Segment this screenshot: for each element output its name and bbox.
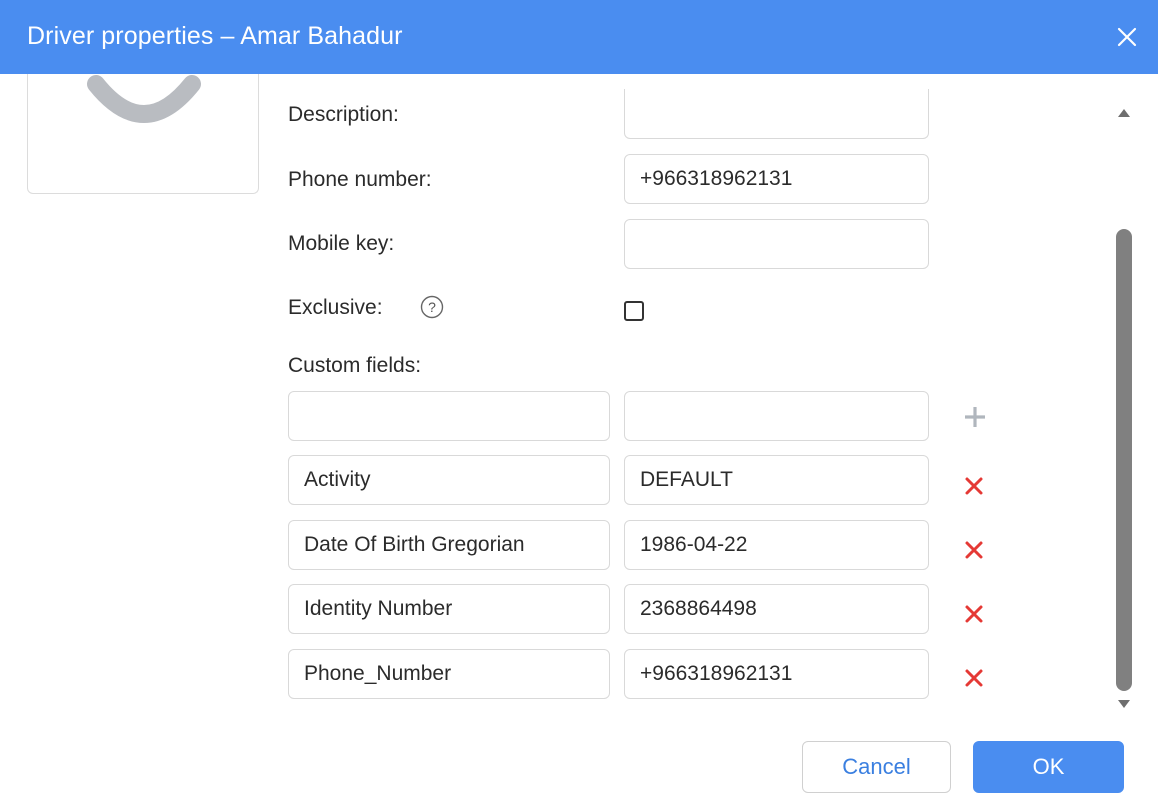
- custom-field-key[interactable]: Activity: [288, 455, 610, 505]
- custom-field-key[interactable]: Identity Number: [288, 584, 610, 634]
- ok-button[interactable]: OK: [973, 741, 1124, 793]
- svg-text:?: ?: [428, 299, 436, 315]
- delete-x-icon[interactable]: [964, 668, 984, 688]
- new-custom-field-key-input[interactable]: [288, 391, 610, 441]
- custom-field-key[interactable]: Date Of Birth Gregorian: [288, 520, 610, 570]
- custom-field-value[interactable]: 1986-04-22: [624, 520, 929, 570]
- phone-number-input[interactable]: +966318962131: [624, 154, 929, 204]
- help-icon[interactable]: ?: [420, 295, 444, 319]
- exclusive-checkbox[interactable]: [624, 301, 644, 321]
- scroll-down-arrow-icon[interactable]: [1116, 698, 1132, 710]
- scrollbar-thumb[interactable]: [1116, 229, 1132, 691]
- dialog-titlebar: Driver properties – Amar Bahadur: [0, 0, 1158, 74]
- new-custom-field-value-input[interactable]: [624, 391, 929, 441]
- delete-x-icon[interactable]: [964, 604, 984, 624]
- custom-field-value[interactable]: DEFAULT: [624, 455, 929, 505]
- phone-number-label: Phone number:: [288, 168, 432, 191]
- delete-x-icon[interactable]: [964, 476, 984, 496]
- custom-field-key[interactable]: Phone_Number: [288, 649, 610, 699]
- dialog-title: Driver properties – Amar Bahadur: [27, 22, 403, 50]
- custom-fields-label: Custom fields:: [288, 354, 422, 377]
- scroll-up-arrow-icon[interactable]: [1116, 106, 1132, 118]
- description-label: Description:: [288, 103, 399, 126]
- mobile-key-input[interactable]: [624, 219, 929, 269]
- custom-field-value[interactable]: 2368864498: [624, 584, 929, 634]
- description-input[interactable]: [624, 89, 929, 139]
- exclusive-label: Exclusive:: [288, 296, 383, 319]
- custom-field-value[interactable]: +966318962131: [624, 649, 929, 699]
- close-icon[interactable]: [1116, 26, 1138, 48]
- driver-photo[interactable]: [27, 74, 259, 194]
- mobile-key-label: Mobile key:: [288, 232, 395, 255]
- delete-x-icon[interactable]: [964, 540, 984, 560]
- cancel-button[interactable]: Cancel: [802, 741, 951, 793]
- plus-icon[interactable]: [962, 404, 988, 430]
- avatar-placeholder-icon: [87, 75, 201, 123]
